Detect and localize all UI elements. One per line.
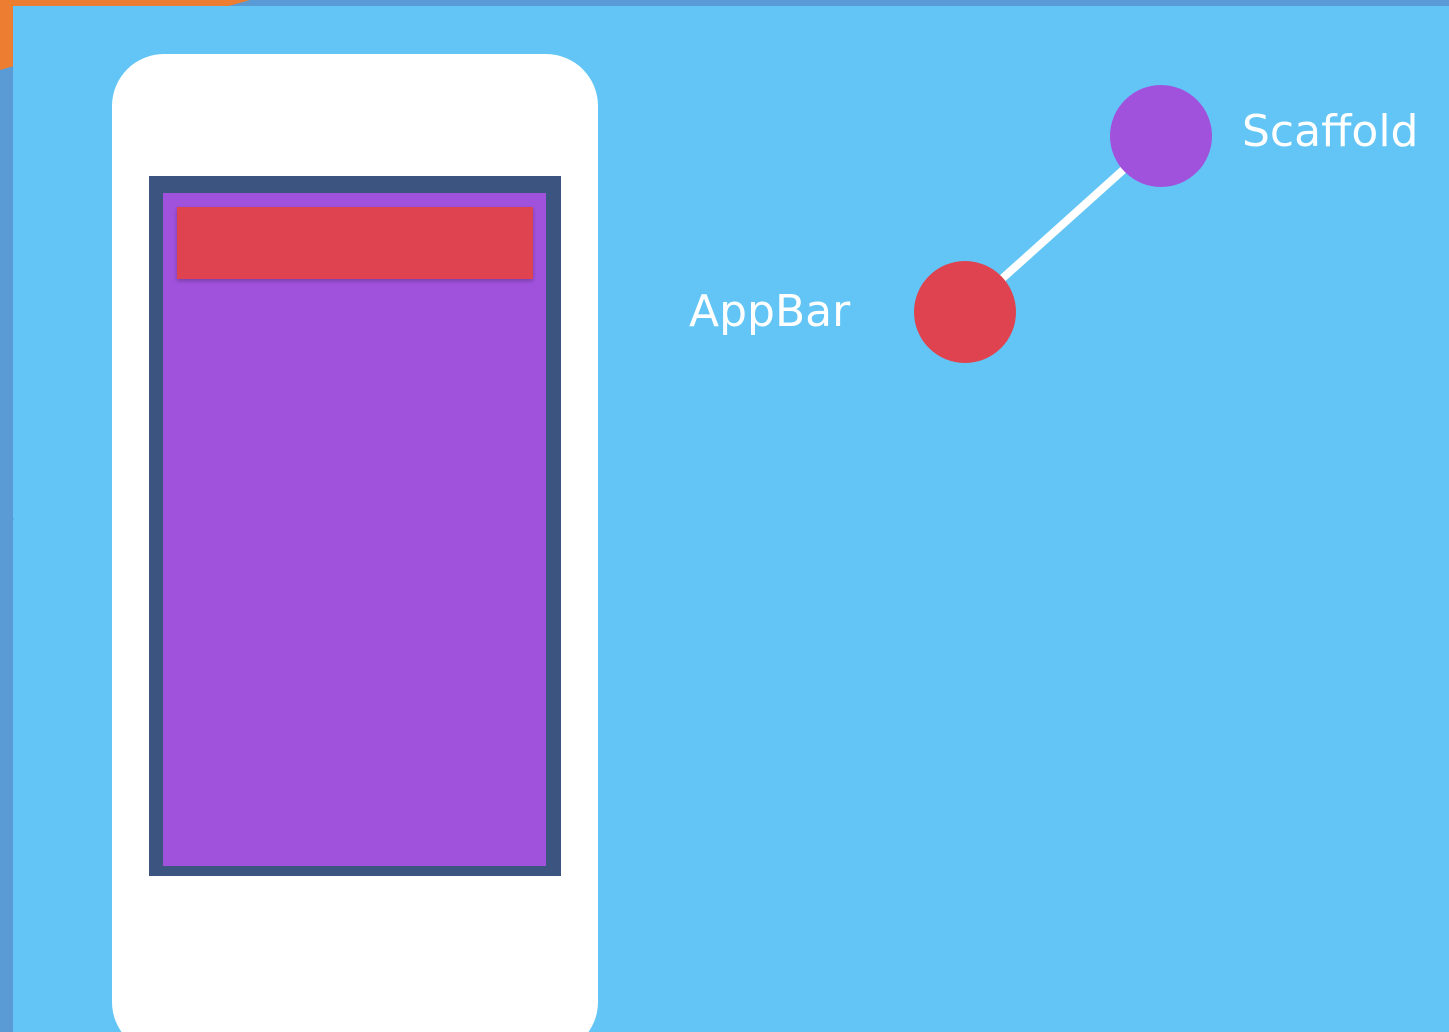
widget-tree: [914, 85, 1212, 363]
diagram-stage: Scaffold AppBar: [13, 6, 1449, 1032]
appbar-label: AppBar: [689, 286, 851, 337]
side-arrow-icon: [0, 505, 14, 533]
slide-frame: Scaffold AppBar: [0, 0, 1449, 1032]
scaffold-label: Scaffold: [1242, 106, 1419, 157]
appbar-node: [914, 261, 1016, 363]
scaffold-node: [1110, 85, 1212, 187]
